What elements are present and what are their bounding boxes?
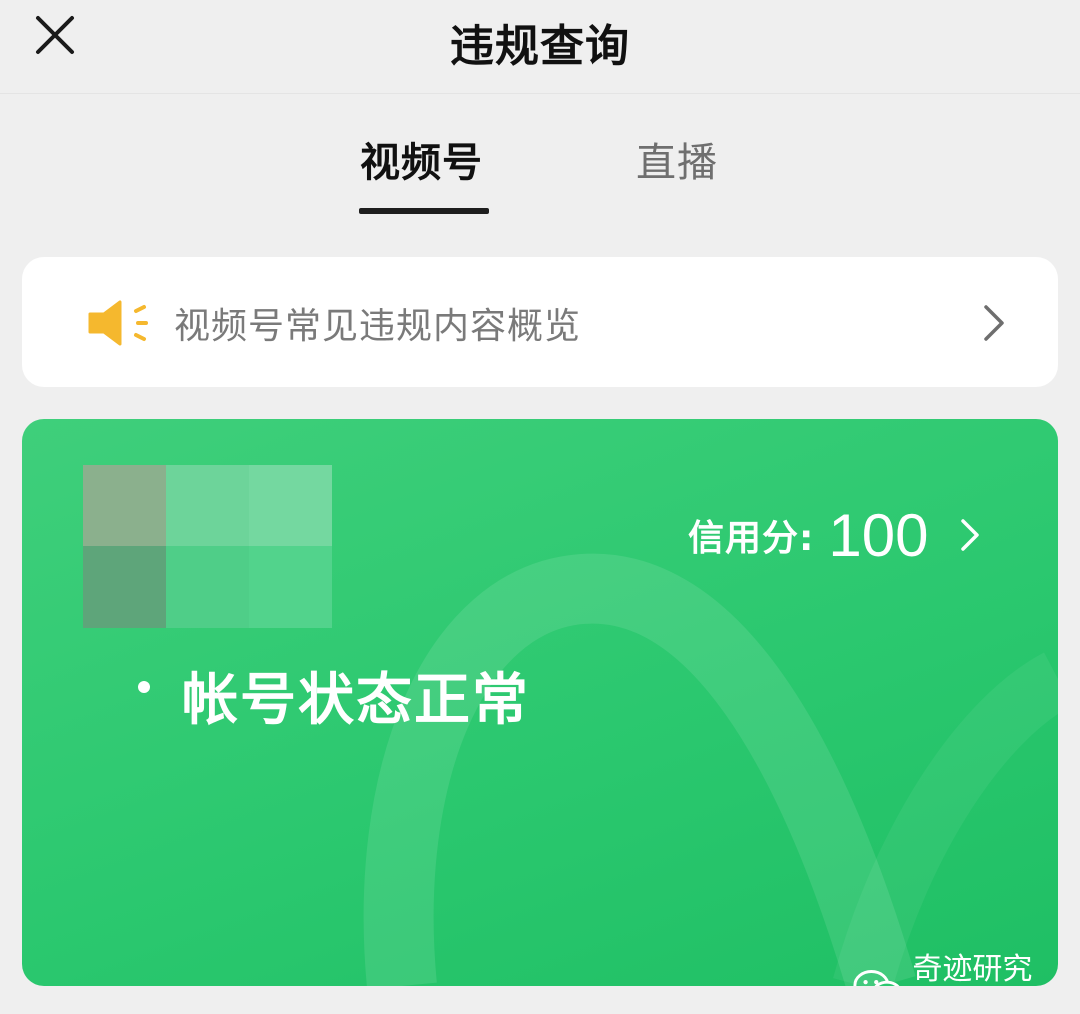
notice-text: 视频号常见违规内容概览	[174, 306, 582, 347]
tab-bar: 视频号 直播	[0, 94, 1080, 224]
header-bar: 违规查询	[0, 0, 1080, 94]
active-tab-indicator	[359, 208, 489, 214]
credit-score-link[interactable]: 信用分: 100	[688, 502, 981, 569]
account-status-text: 帐号状态正常	[182, 668, 530, 733]
chevron-right-icon	[984, 305, 1004, 341]
megaphone-icon	[88, 300, 148, 346]
tab-channels[interactable]: 视频号	[360, 130, 483, 188]
avatar	[83, 465, 332, 628]
tab-live[interactable]: 直播	[636, 130, 718, 188]
page-title: 违规查询	[450, 21, 630, 72]
violation-overview-link[interactable]: 视频号常见违规内容概览	[22, 257, 1058, 387]
watermark-text: 奇迹研究院	[912, 952, 1033, 986]
credit-score-label: 信用分:	[688, 518, 815, 559]
wechat-icon	[853, 970, 900, 986]
violation-query-page: 违规查询 视频号 直播 视频号常见违规内容概览 信用分: 100 帐号状态正常 …	[0, 0, 1080, 1014]
account-status-card: 信用分: 100 帐号状态正常 奇迹研究院	[22, 419, 1058, 986]
status-bullet	[138, 681, 150, 693]
credit-score-value: 100	[828, 501, 929, 569]
watermark: 奇迹研究院	[852, 944, 1058, 986]
chevron-right-icon	[960, 519, 979, 551]
